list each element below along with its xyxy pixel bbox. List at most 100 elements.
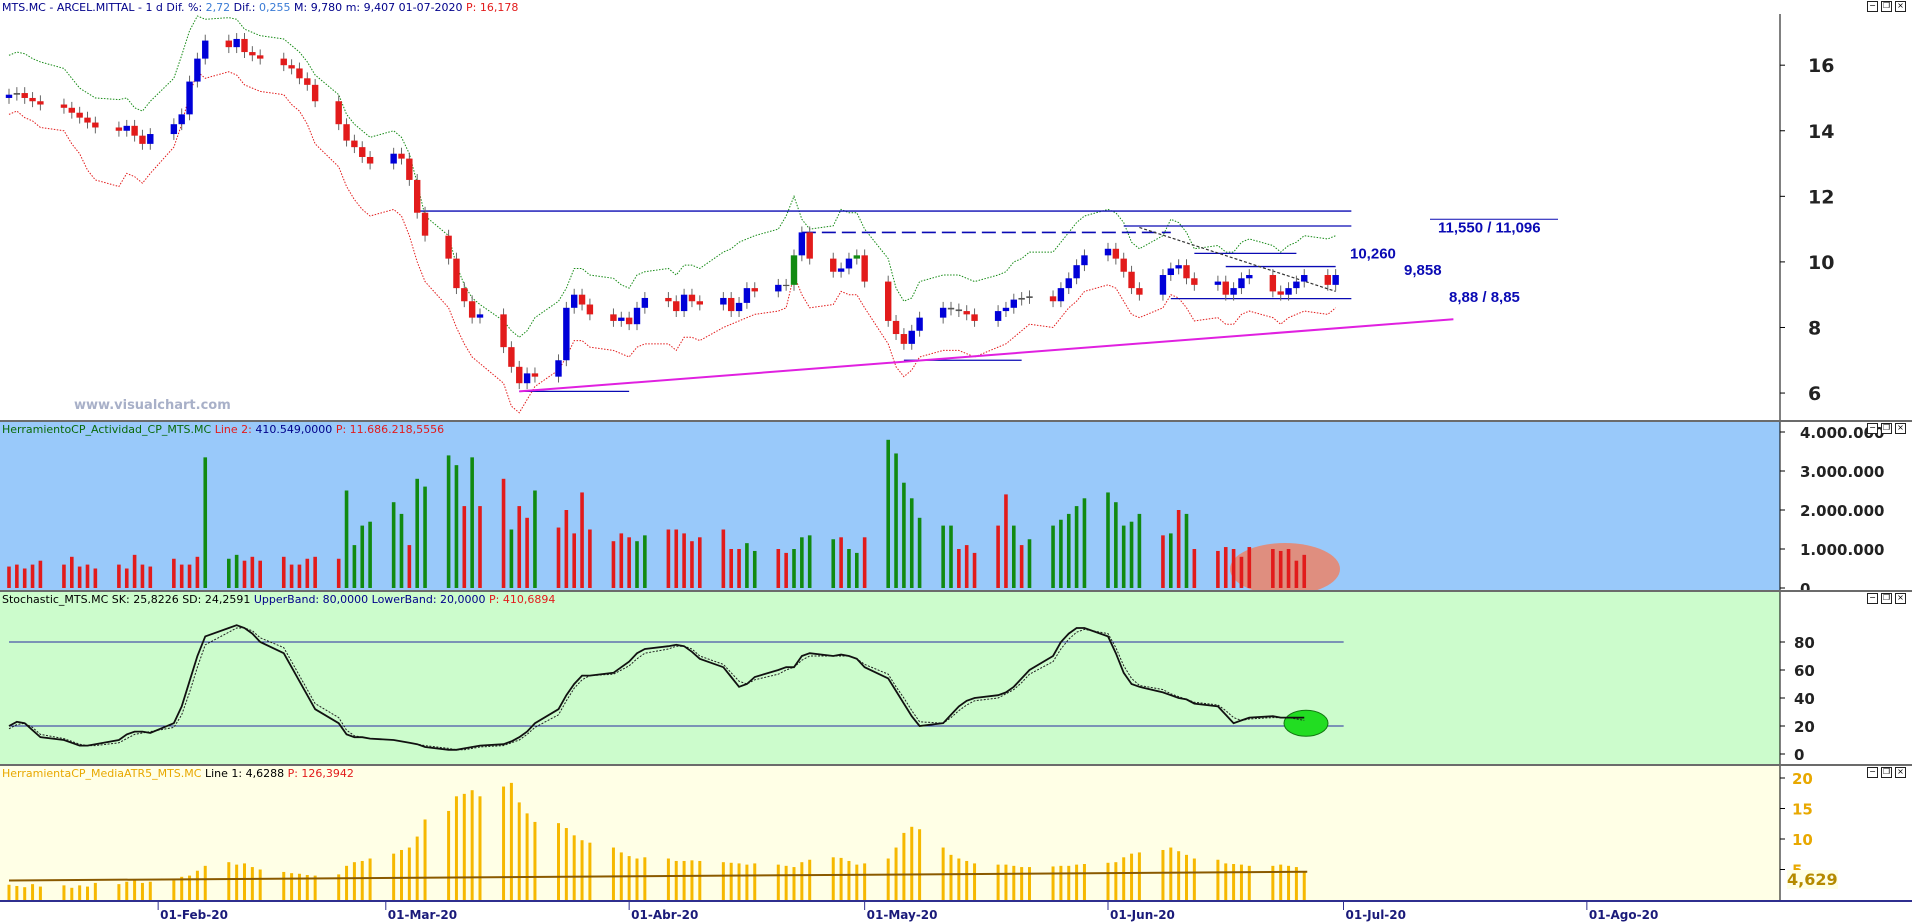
candle-body [500, 314, 507, 348]
atr-pane-window-buttons: − ❐ × [1867, 767, 1906, 778]
restore-icon[interactable]: ❐ [1881, 1, 1892, 12]
stochastic-y-tick-label: 20 [1794, 718, 1815, 736]
atr-bar [753, 863, 757, 900]
atr-bar [839, 857, 843, 900]
volume-bar [179, 564, 184, 588]
close-icon[interactable]: × [1895, 767, 1906, 778]
dif-value: 0,255 [258, 1, 291, 14]
volume-bar [745, 543, 749, 588]
minimize-icon[interactable]: − [1867, 423, 1878, 434]
stochastic-chart[interactable]: 80 60 40 20 0 [0, 592, 1912, 764]
restore-icon[interactable]: ❐ [1881, 423, 1892, 434]
candle-body [1018, 297, 1025, 300]
atr-bar [502, 786, 506, 900]
volume-bar [140, 564, 145, 588]
candle-body [563, 307, 570, 361]
candle-body [257, 55, 264, 59]
activity-pane-header: HerramientoCP_Actividad_CP_MTS.MC Line 2… [2, 423, 444, 436]
price-annotation-label: 11,550 / 11,096 [1438, 219, 1541, 236]
volume-bar [1184, 513, 1189, 588]
volume-bar [15, 564, 19, 588]
stochastic-title: Stochastic_MTS.MC [2, 593, 109, 606]
minimize-icon[interactable]: − [1867, 1, 1878, 12]
volume-bar [454, 465, 459, 588]
stochastic-pane[interactable]: Stochastic_MTS.MC SK: 25,8226 SD: 24,259… [0, 592, 1912, 764]
activity-line-value: 410.549,0000 [255, 423, 333, 436]
candle-body [5, 94, 13, 98]
price-y-tick-label: 8 [1808, 317, 1821, 339]
atr-bar [15, 885, 19, 900]
candle-body [900, 334, 908, 344]
atr-bar [800, 862, 804, 900]
volume-bar [894, 453, 898, 588]
min-value: 9,407 [363, 1, 396, 14]
candle-body [139, 135, 146, 144]
price-pane[interactable]: MTS.MC - ARCEL.MITTAL - 1 d Dif. %: 2,72… [0, 0, 1912, 420]
volume-bar [1019, 545, 1024, 588]
atr-bar [250, 867, 254, 900]
close-icon[interactable]: × [1895, 1, 1906, 12]
activity-pane[interactable]: HerramientoCP_Actividad_CP_MTS.MC Line 2… [0, 422, 1912, 590]
candle-body [1065, 278, 1072, 289]
volume-bar [721, 529, 726, 588]
volume-bar [972, 552, 977, 588]
x-tick-label: 01-Abr-20 [631, 908, 698, 922]
volume-bar [1066, 513, 1071, 588]
volume-y-tick-label: 0 [1800, 580, 1810, 590]
atr-bar [352, 862, 356, 900]
price-chart[interactable]: 16 14 12 10 8 6 11,550 / 11,096 10,260 9,858 8,88… [0, 0, 1912, 420]
volume-bar [30, 564, 35, 588]
atr-last-value: 4,629 [1787, 870, 1838, 889]
minimize-icon[interactable]: − [1867, 767, 1878, 778]
atr-bar [1028, 867, 1031, 900]
volume-bar [62, 564, 66, 588]
candle-body [366, 156, 374, 164]
volume-bar [1004, 494, 1008, 588]
volume-bar [297, 564, 302, 588]
watermark: www.visualchart.com [74, 398, 231, 413]
volume-bar [674, 529, 679, 588]
dif-pct-label: Dif. %: [166, 1, 203, 14]
atr-bar [784, 865, 788, 900]
volume-bar [729, 549, 733, 588]
atr-bar [957, 858, 961, 900]
atr-pane[interactable]: HerramientaCP_MediaATR5_MTS.MC Line 1: 4… [0, 766, 1912, 900]
atr-bar [627, 856, 631, 900]
atr-bar [1169, 847, 1173, 900]
volume-bar [572, 533, 576, 588]
highlight-ellipse [1283, 709, 1329, 737]
atr-bar [1012, 865, 1016, 900]
atr-bar [203, 865, 207, 900]
candle-body [892, 320, 900, 335]
atr-bar [148, 881, 152, 900]
candle-body [1010, 299, 1017, 308]
volume-bar [227, 558, 231, 588]
minimize-icon[interactable]: − [1867, 593, 1878, 604]
candle-body [1293, 281, 1300, 289]
restore-icon[interactable]: ❐ [1881, 593, 1892, 604]
time-axis[interactable]: 01-Feb-20 01-Mar-20 01-Abr-20 01-May-20 01-J… [0, 900, 1912, 924]
close-icon[interactable]: × [1895, 593, 1906, 604]
volume-bar [1176, 510, 1181, 588]
stochastic-pane-header: Stochastic_MTS.MC SK: 25,8226 SD: 24,259… [2, 593, 555, 606]
candle-body [633, 307, 641, 325]
atr-bar [23, 887, 27, 900]
atr-bar [1239, 864, 1243, 900]
atr-average-line [8, 870, 1308, 882]
restore-icon[interactable]: ❐ [1881, 767, 1892, 778]
atr-bar [745, 864, 749, 900]
close-icon[interactable]: × [1895, 423, 1906, 434]
atr-bar [478, 796, 482, 900]
atr-bar [855, 864, 859, 900]
p-label: P: [466, 1, 477, 14]
candle-body [680, 294, 688, 312]
atr-bar [1114, 862, 1118, 900]
candle-body [586, 304, 594, 315]
volume-bar [792, 549, 796, 588]
candle-body [1269, 275, 1277, 292]
volume-bar [38, 560, 43, 588]
activity-chart[interactable]: 4.000.0003.000.0002.000.0001.000.0000 [0, 422, 1912, 590]
candle-body [421, 212, 429, 236]
volume-bar [1114, 502, 1118, 588]
atr-chart[interactable]: 2015105 [0, 766, 1912, 900]
